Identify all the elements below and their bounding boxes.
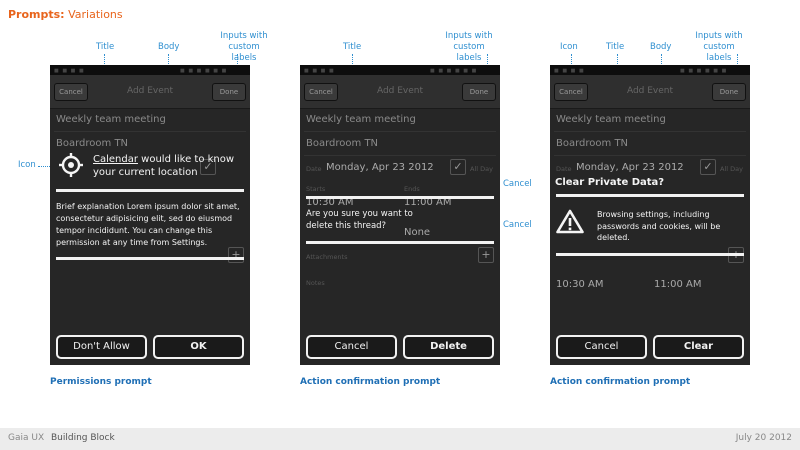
dialog-title: Clear Private Data? — [555, 177, 665, 188]
notes-label: Notes — [306, 279, 325, 287]
attachments-label: Attachments — [306, 253, 348, 261]
annotation-cancel-1: Cancel — [503, 179, 532, 189]
divider — [54, 131, 246, 132]
dialog-divider — [556, 194, 744, 197]
phone-action-confirm-delete: ■ ■ ■ ■ ■ ■ ■ ■ ■ ■ Cancel Add Event Don… — [300, 65, 500, 365]
starts-label: Starts — [306, 185, 326, 193]
annotation-title-1: Title — [96, 42, 115, 52]
date-label: Date — [306, 165, 322, 173]
footer: Gaia UX Building Block July 20 2012 — [0, 428, 800, 450]
annotation-cancel-2: Cancel — [503, 220, 532, 230]
footer-section: Building Block — [51, 433, 115, 443]
ends-label: Ends — [404, 185, 420, 193]
date-field[interactable]: Monday, Apr 23 2012 — [326, 162, 434, 173]
annotation-icon-1: Icon — [18, 160, 36, 170]
divider — [554, 131, 746, 132]
done-button[interactable]: Done — [212, 83, 246, 101]
date-label: Date — [556, 165, 572, 173]
caption-action-confirm-2: Action confirmation prompt — [550, 377, 691, 387]
footer-left: Gaia UX Building Block — [8, 433, 115, 443]
location-field[interactable]: Boardroom TN — [306, 138, 378, 149]
footer-date: July 20 2012 — [735, 433, 792, 443]
cancel-button[interactable]: Cancel — [554, 83, 588, 101]
annotation-title-3: Title — [606, 42, 625, 52]
target-icon — [59, 153, 83, 177]
dialog-divider — [556, 253, 744, 256]
header-title: Add Event — [126, 86, 174, 96]
cancel-button[interactable]: Cancel — [304, 83, 338, 101]
plus-icon: + — [478, 247, 494, 263]
allday-label: All Day — [470, 165, 493, 173]
header-bar: Cancel Add Event Done — [300, 75, 500, 109]
divider — [554, 155, 746, 156]
start-time-field[interactable]: 10:30 AM — [556, 279, 603, 290]
event-name-field[interactable]: Weekly team meeting — [56, 114, 166, 125]
location-field[interactable]: Boardroom TN — [56, 138, 128, 149]
cancel-button[interactable]: Cancel — [54, 83, 88, 101]
checkmark-icon: ✓ — [450, 159, 466, 175]
allday-label: All Day — [720, 165, 743, 173]
header-title: Add Event — [626, 86, 674, 96]
annotation-inputs-3: Inputs with custom labels — [695, 31, 743, 63]
done-button[interactable]: Done — [712, 83, 746, 101]
status-bar: ■ ■ ■ ■ ■ ■ ■ ■ ■ ■ — [50, 65, 250, 75]
dialog-body: Brief explanation Lorem ipsum dolor sit … — [56, 202, 240, 247]
event-name-field[interactable]: Weekly team meeting — [306, 114, 416, 125]
annotation-body-3: Body — [650, 42, 672, 52]
page-title: Prompts: Variations — [8, 8, 123, 21]
dialog-title: Calendar would like to know — [93, 153, 248, 166]
done-button[interactable]: Done — [462, 83, 496, 101]
plus-icon: + — [228, 247, 244, 263]
divider — [304, 131, 496, 132]
calendar-link[interactable]: Calendar — [93, 154, 138, 165]
status-bar: ■ ■ ■ ■ ■ ■ ■ ■ ■ ■ — [300, 65, 500, 75]
date-field[interactable]: Monday, Apr 23 2012 — [576, 162, 684, 173]
dialog-body: Are you sure you want to delete this thr… — [306, 209, 413, 231]
dialog-divider — [56, 257, 244, 260]
status-bar: ■ ■ ■ ■ ■ ■ ■ ■ ■ ■ — [550, 65, 750, 75]
dialog-divider — [306, 241, 494, 244]
cancel-button[interactable]: Cancel — [306, 335, 397, 359]
annotation-icon-3: Icon — [560, 42, 578, 52]
dialog-title-line2: your current location — [93, 167, 198, 178]
header-title: Add Event — [376, 86, 424, 96]
caption-action-confirm-1: Action confirmation prompt — [300, 377, 441, 387]
annotation-body-1: Body — [158, 42, 180, 52]
annotation-inputs-2: Inputs with custom labels — [445, 31, 493, 63]
warning-icon — [556, 209, 584, 234]
page-title-text: Variations — [68, 8, 123, 21]
cancel-button[interactable]: Cancel — [556, 335, 647, 359]
dialog-body: Browsing settings, including passwords a… — [597, 210, 721, 242]
end-time-field[interactable]: 11:00 AM — [654, 279, 701, 290]
caption-permissions: Permissions prompt — [50, 377, 152, 387]
location-field[interactable]: Boardroom TN — [556, 138, 628, 149]
dialog-divider — [306, 196, 494, 199]
dialog-divider — [56, 189, 244, 192]
event-name-field[interactable]: Weekly team meeting — [556, 114, 666, 125]
dialog-title-text: would like to know — [141, 154, 235, 165]
checkmark-icon: ✓ — [700, 159, 716, 175]
annotation-inputs-1: Inputs with custom labels — [220, 31, 268, 63]
dont-allow-button[interactable]: Don't Allow — [56, 335, 147, 359]
phone-permissions-prompt: ■ ■ ■ ■ ■ ■ ■ ■ ■ ■ Cancel Add Event Don… — [50, 65, 250, 365]
delete-button[interactable]: Delete — [403, 335, 494, 359]
divider — [304, 155, 496, 156]
header-bar: Cancel Add Event Done — [50, 75, 250, 109]
page-title-prefix: Prompts: — [8, 8, 65, 21]
clear-button[interactable]: Clear — [653, 335, 744, 359]
ok-button[interactable]: OK — [153, 335, 244, 359]
annotation-title-2: Title — [343, 42, 362, 52]
header-bar: Cancel Add Event Done — [550, 75, 750, 109]
footer-product: Gaia UX — [8, 433, 45, 443]
phone-action-confirm-clear: ■ ■ ■ ■ ■ ■ ■ ■ ■ ■ Cancel Add Event Don… — [550, 65, 750, 365]
